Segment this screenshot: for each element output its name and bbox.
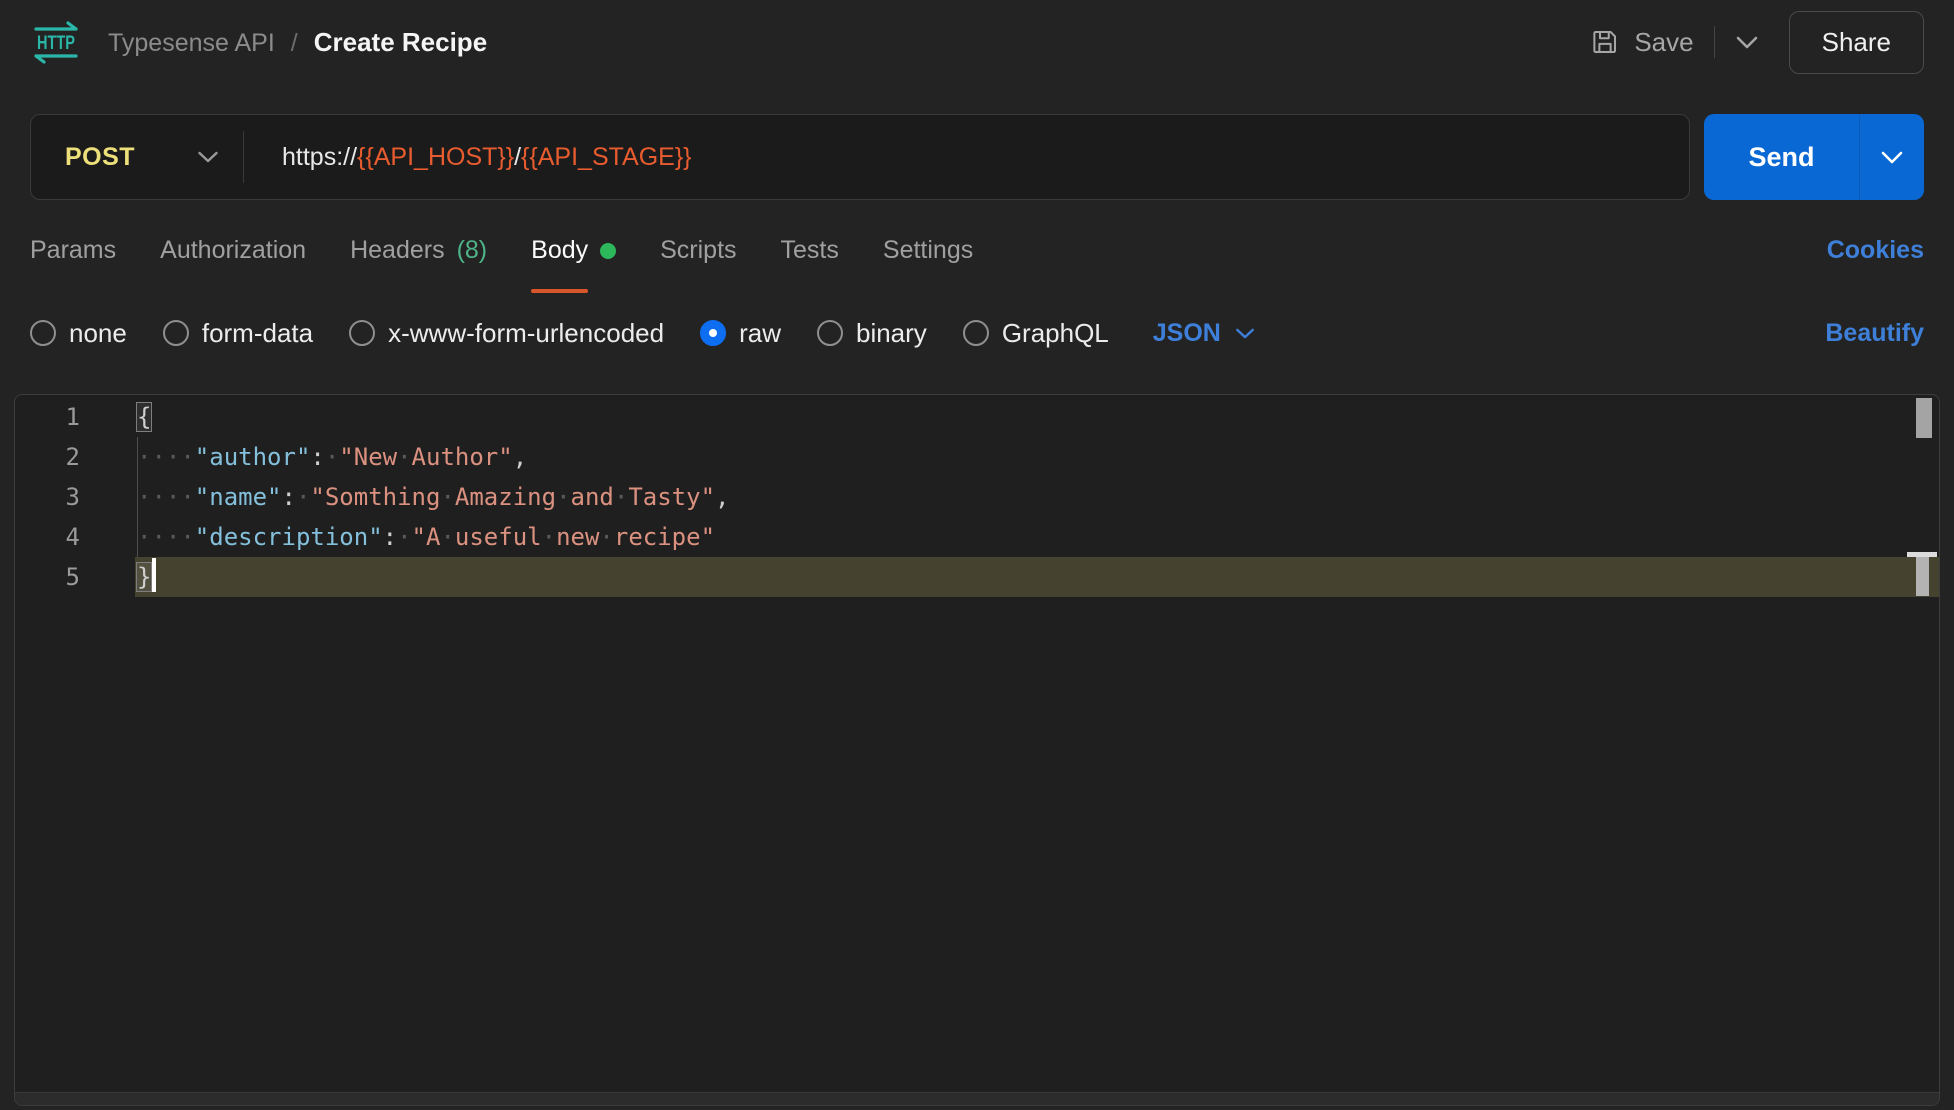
cookies-link[interactable]: Cookies — [1827, 226, 1924, 293]
tab-tests[interactable]: Tests — [781, 226, 839, 293]
method-selector[interactable]: POST — [31, 143, 243, 172]
radio-circle — [30, 320, 56, 346]
radio-raw[interactable]: raw — [700, 318, 781, 349]
code-line-content[interactable]: } — [135, 557, 1939, 597]
line-number: 3 — [15, 477, 135, 517]
url-variable-stage: {{API_STAGE}} — [521, 143, 691, 171]
request-tabs-row: Params Authorization Headers(8) Body Scr… — [30, 226, 1924, 293]
code-line-content[interactable]: ····"author":·"New·Author", — [135, 437, 1939, 477]
send-button-group: Send — [1704, 114, 1924, 200]
tab-body[interactable]: Body — [531, 226, 616, 293]
top-bar: HTTP Typesense API / Create Recipe Save … — [0, 0, 1954, 84]
radio-none[interactable]: none — [30, 318, 127, 349]
horizontal-scrollbar[interactable] — [15, 1092, 1939, 1105]
svg-text:HTTP: HTTP — [37, 33, 75, 54]
tab-scripts[interactable]: Scripts — [660, 226, 736, 293]
overview-ruler-cursor-bar — [1916, 557, 1929, 596]
save-label: Save — [1634, 27, 1693, 58]
code-line-content[interactable]: { — [135, 397, 1939, 437]
body-code-editor[interactable]: 1{2····"author":·"New·Author",3····"name… — [14, 394, 1940, 1106]
breadcrumb-separator: / — [291, 29, 298, 58]
beautify-link[interactable]: Beautify — [1825, 319, 1924, 348]
line-number: 1 — [15, 397, 135, 437]
radio-circle — [963, 320, 989, 346]
http-request-icon: HTTP — [30, 19, 82, 65]
radio-circle — [349, 320, 375, 346]
code-line-content[interactable]: ····"description":·"A·useful·new·recipe" — [135, 517, 1939, 557]
line-number: 2 — [15, 437, 135, 477]
code-line[interactable]: 5} — [15, 557, 1939, 597]
body-modified-dot — [600, 243, 616, 259]
tab-headers[interactable]: Headers(8) — [350, 226, 487, 293]
code-line[interactable]: 4····"description":·"A·useful·new·recipe… — [15, 517, 1939, 557]
radio-form-data[interactable]: form-data — [163, 318, 313, 349]
radio-graphql[interactable]: GraphQL — [963, 318, 1109, 349]
raw-language-dropdown[interactable]: JSON — [1153, 319, 1255, 348]
radio-x-www-form-urlencoded[interactable]: x-www-form-urlencoded — [349, 318, 664, 349]
tab-authorization[interactable]: Authorization — [160, 226, 306, 293]
vertical-scrollbar-thumb[interactable] — [1916, 398, 1932, 438]
headers-count-badge: (8) — [457, 236, 488, 265]
code-line-content[interactable]: ····"name":·"Somthing·Amazing·and·Tasty"… — [135, 477, 1939, 517]
method-chevron-icon — [197, 150, 219, 164]
breadcrumb-request-title[interactable]: Create Recipe — [314, 27, 487, 58]
indent-guide — [137, 437, 138, 557]
language-chevron-icon — [1235, 327, 1255, 340]
code-line[interactable]: 2····"author":·"New·Author", — [15, 437, 1939, 477]
save-icon — [1590, 27, 1620, 57]
method-label: POST — [65, 143, 135, 172]
radio-binary[interactable]: binary — [817, 318, 927, 349]
send-options-chevron[interactable] — [1860, 114, 1924, 200]
body-type-row: none form-data x-www-form-urlencoded raw… — [30, 305, 1924, 361]
breadcrumb: Typesense API / Create Recipe — [108, 27, 487, 58]
code-line[interactable]: 3····"name":·"Somthing·Amazing·and·Tasty… — [15, 477, 1939, 517]
tab-settings[interactable]: Settings — [883, 226, 973, 293]
save-button[interactable]: Save — [1590, 27, 1693, 58]
line-number: 4 — [15, 517, 135, 557]
save-options-chevron[interactable] — [1735, 35, 1759, 50]
save-divider — [1714, 26, 1715, 58]
breadcrumb-collection[interactable]: Typesense API — [108, 29, 275, 58]
editor-lines: 1{2····"author":·"New·Author",3····"name… — [15, 395, 1939, 597]
radio-circle — [163, 320, 189, 346]
line-number: 5 — [15, 557, 135, 597]
radio-circle-selected — [700, 320, 726, 346]
code-line[interactable]: 1{ — [15, 397, 1939, 437]
radio-circle — [817, 320, 843, 346]
send-button[interactable]: Send — [1704, 114, 1860, 200]
tab-params[interactable]: Params — [30, 226, 116, 293]
text-cursor — [152, 558, 156, 592]
url-input[interactable]: https://{{API_HOST}}/{{API_STAGE}} — [244, 143, 692, 172]
request-row: POST https://{{API_HOST}}/{{API_STAGE}} … — [30, 114, 1924, 200]
share-button[interactable]: Share — [1789, 11, 1924, 74]
url-bar: POST https://{{API_HOST}}/{{API_STAGE}} — [30, 114, 1690, 200]
url-variable-host: {{API_HOST}} — [357, 143, 514, 171]
